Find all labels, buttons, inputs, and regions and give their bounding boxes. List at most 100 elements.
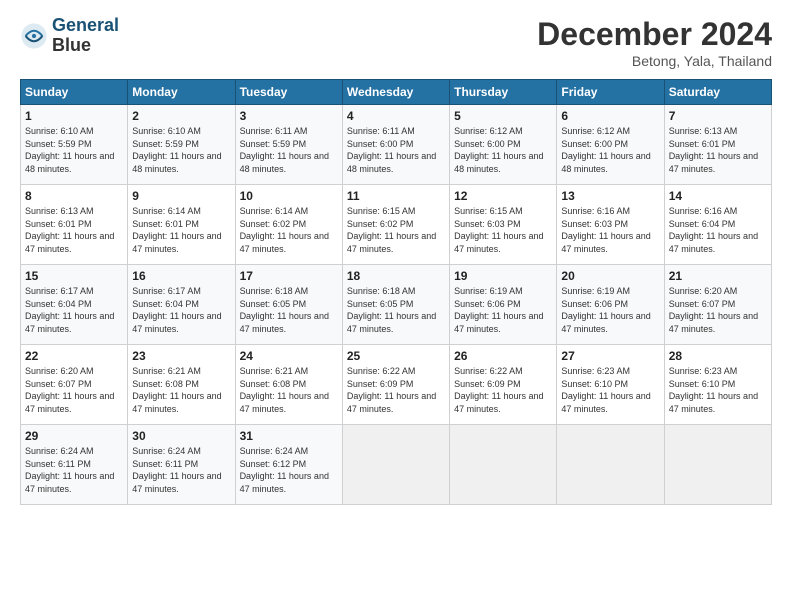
day-info: Sunrise: 6:13 AM Sunset: 6:01 PM Dayligh… bbox=[669, 125, 767, 175]
table-row: 16 Sunrise: 6:17 AM Sunset: 6:04 PM Dayl… bbox=[128, 265, 235, 345]
day-number: 6 bbox=[561, 109, 659, 123]
day-info: Sunrise: 6:11 AM Sunset: 6:00 PM Dayligh… bbox=[347, 125, 445, 175]
table-row bbox=[450, 425, 557, 505]
day-number: 12 bbox=[454, 189, 552, 203]
table-row: 18 Sunrise: 6:18 AM Sunset: 6:05 PM Dayl… bbox=[342, 265, 449, 345]
table-row: 22 Sunrise: 6:20 AM Sunset: 6:07 PM Dayl… bbox=[21, 345, 128, 425]
day-number: 26 bbox=[454, 349, 552, 363]
day-number: 27 bbox=[561, 349, 659, 363]
day-info: Sunrise: 6:22 AM Sunset: 6:09 PM Dayligh… bbox=[454, 365, 552, 415]
table-row: 17 Sunrise: 6:18 AM Sunset: 6:05 PM Dayl… bbox=[235, 265, 342, 345]
day-info: Sunrise: 6:20 AM Sunset: 6:07 PM Dayligh… bbox=[669, 285, 767, 335]
table-row: 29 Sunrise: 6:24 AM Sunset: 6:11 PM Dayl… bbox=[21, 425, 128, 505]
day-number: 3 bbox=[240, 109, 338, 123]
day-info: Sunrise: 6:16 AM Sunset: 6:03 PM Dayligh… bbox=[561, 205, 659, 255]
day-number: 9 bbox=[132, 189, 230, 203]
day-number: 24 bbox=[240, 349, 338, 363]
table-row: 9 Sunrise: 6:14 AM Sunset: 6:01 PM Dayli… bbox=[128, 185, 235, 265]
logo-line1: General bbox=[52, 15, 119, 35]
day-number: 7 bbox=[669, 109, 767, 123]
table-row: 24 Sunrise: 6:21 AM Sunset: 6:08 PM Dayl… bbox=[235, 345, 342, 425]
table-row: 28 Sunrise: 6:23 AM Sunset: 6:10 PM Dayl… bbox=[664, 345, 771, 425]
table-row: 14 Sunrise: 6:16 AM Sunset: 6:04 PM Dayl… bbox=[664, 185, 771, 265]
day-info: Sunrise: 6:16 AM Sunset: 6:04 PM Dayligh… bbox=[669, 205, 767, 255]
table-row: 8 Sunrise: 6:13 AM Sunset: 6:01 PM Dayli… bbox=[21, 185, 128, 265]
col-saturday: Saturday bbox=[664, 80, 771, 105]
header-row: Sunday Monday Tuesday Wednesday Thursday… bbox=[21, 80, 772, 105]
day-number: 4 bbox=[347, 109, 445, 123]
day-number: 22 bbox=[25, 349, 123, 363]
day-info: Sunrise: 6:21 AM Sunset: 6:08 PM Dayligh… bbox=[132, 365, 230, 415]
location: Betong, Yala, Thailand bbox=[537, 53, 772, 69]
col-tuesday: Tuesday bbox=[235, 80, 342, 105]
day-number: 15 bbox=[25, 269, 123, 283]
table-row: 11 Sunrise: 6:15 AM Sunset: 6:02 PM Dayl… bbox=[342, 185, 449, 265]
table-row: 19 Sunrise: 6:19 AM Sunset: 6:06 PM Dayl… bbox=[450, 265, 557, 345]
day-info: Sunrise: 6:18 AM Sunset: 6:05 PM Dayligh… bbox=[347, 285, 445, 335]
day-info: Sunrise: 6:24 AM Sunset: 6:11 PM Dayligh… bbox=[132, 445, 230, 495]
day-info: Sunrise: 6:10 AM Sunset: 5:59 PM Dayligh… bbox=[132, 125, 230, 175]
day-number: 21 bbox=[669, 269, 767, 283]
day-info: Sunrise: 6:24 AM Sunset: 6:12 PM Dayligh… bbox=[240, 445, 338, 495]
table-row: 20 Sunrise: 6:19 AM Sunset: 6:06 PM Dayl… bbox=[557, 265, 664, 345]
day-number: 11 bbox=[347, 189, 445, 203]
table-row: 1 Sunrise: 6:10 AM Sunset: 5:59 PM Dayli… bbox=[21, 105, 128, 185]
day-info: Sunrise: 6:12 AM Sunset: 6:00 PM Dayligh… bbox=[561, 125, 659, 175]
table-row bbox=[664, 425, 771, 505]
calendar-row: 29 Sunrise: 6:24 AM Sunset: 6:11 PM Dayl… bbox=[21, 425, 772, 505]
day-info: Sunrise: 6:20 AM Sunset: 6:07 PM Dayligh… bbox=[25, 365, 123, 415]
day-info: Sunrise: 6:11 AM Sunset: 5:59 PM Dayligh… bbox=[240, 125, 338, 175]
day-info: Sunrise: 6:23 AM Sunset: 6:10 PM Dayligh… bbox=[561, 365, 659, 415]
col-friday: Friday bbox=[557, 80, 664, 105]
day-number: 17 bbox=[240, 269, 338, 283]
day-number: 1 bbox=[25, 109, 123, 123]
table-row: 13 Sunrise: 6:16 AM Sunset: 6:03 PM Dayl… bbox=[557, 185, 664, 265]
day-number: 30 bbox=[132, 429, 230, 443]
table-row: 25 Sunrise: 6:22 AM Sunset: 6:09 PM Dayl… bbox=[342, 345, 449, 425]
table-row: 30 Sunrise: 6:24 AM Sunset: 6:11 PM Dayl… bbox=[128, 425, 235, 505]
logo-line2: Blue bbox=[52, 36, 119, 56]
day-number: 28 bbox=[669, 349, 767, 363]
day-info: Sunrise: 6:21 AM Sunset: 6:08 PM Dayligh… bbox=[240, 365, 338, 415]
day-number: 19 bbox=[454, 269, 552, 283]
day-info: Sunrise: 6:14 AM Sunset: 6:02 PM Dayligh… bbox=[240, 205, 338, 255]
table-row: 26 Sunrise: 6:22 AM Sunset: 6:09 PM Dayl… bbox=[450, 345, 557, 425]
day-info: Sunrise: 6:19 AM Sunset: 6:06 PM Dayligh… bbox=[561, 285, 659, 335]
table-row: 4 Sunrise: 6:11 AM Sunset: 6:00 PM Dayli… bbox=[342, 105, 449, 185]
table-row: 7 Sunrise: 6:13 AM Sunset: 6:01 PM Dayli… bbox=[664, 105, 771, 185]
calendar-row: 1 Sunrise: 6:10 AM Sunset: 5:59 PM Dayli… bbox=[21, 105, 772, 185]
table-row bbox=[342, 425, 449, 505]
table-row: 31 Sunrise: 6:24 AM Sunset: 6:12 PM Dayl… bbox=[235, 425, 342, 505]
day-info: Sunrise: 6:17 AM Sunset: 6:04 PM Dayligh… bbox=[132, 285, 230, 335]
day-number: 14 bbox=[669, 189, 767, 203]
page: General Blue December 2024 Betong, Yala,… bbox=[0, 0, 792, 612]
day-number: 13 bbox=[561, 189, 659, 203]
col-wednesday: Wednesday bbox=[342, 80, 449, 105]
day-number: 31 bbox=[240, 429, 338, 443]
table-row: 23 Sunrise: 6:21 AM Sunset: 6:08 PM Dayl… bbox=[128, 345, 235, 425]
calendar-row: 15 Sunrise: 6:17 AM Sunset: 6:04 PM Dayl… bbox=[21, 265, 772, 345]
day-info: Sunrise: 6:15 AM Sunset: 6:03 PM Dayligh… bbox=[454, 205, 552, 255]
day-number: 23 bbox=[132, 349, 230, 363]
day-number: 29 bbox=[25, 429, 123, 443]
table-row: 10 Sunrise: 6:14 AM Sunset: 6:02 PM Dayl… bbox=[235, 185, 342, 265]
col-monday: Monday bbox=[128, 80, 235, 105]
day-number: 18 bbox=[347, 269, 445, 283]
col-thursday: Thursday bbox=[450, 80, 557, 105]
logo-text: General Blue bbox=[52, 16, 119, 56]
day-number: 20 bbox=[561, 269, 659, 283]
day-number: 8 bbox=[25, 189, 123, 203]
day-info: Sunrise: 6:22 AM Sunset: 6:09 PM Dayligh… bbox=[347, 365, 445, 415]
day-info: Sunrise: 6:13 AM Sunset: 6:01 PM Dayligh… bbox=[25, 205, 123, 255]
day-number: 5 bbox=[454, 109, 552, 123]
day-info: Sunrise: 6:19 AM Sunset: 6:06 PM Dayligh… bbox=[454, 285, 552, 335]
day-info: Sunrise: 6:24 AM Sunset: 6:11 PM Dayligh… bbox=[25, 445, 123, 495]
logo-icon bbox=[20, 22, 48, 50]
table-row: 21 Sunrise: 6:20 AM Sunset: 6:07 PM Dayl… bbox=[664, 265, 771, 345]
day-info: Sunrise: 6:23 AM Sunset: 6:10 PM Dayligh… bbox=[669, 365, 767, 415]
calendar-row: 22 Sunrise: 6:20 AM Sunset: 6:07 PM Dayl… bbox=[21, 345, 772, 425]
day-number: 10 bbox=[240, 189, 338, 203]
table-row: 2 Sunrise: 6:10 AM Sunset: 5:59 PM Dayli… bbox=[128, 105, 235, 185]
day-number: 16 bbox=[132, 269, 230, 283]
table-row: 12 Sunrise: 6:15 AM Sunset: 6:03 PM Dayl… bbox=[450, 185, 557, 265]
